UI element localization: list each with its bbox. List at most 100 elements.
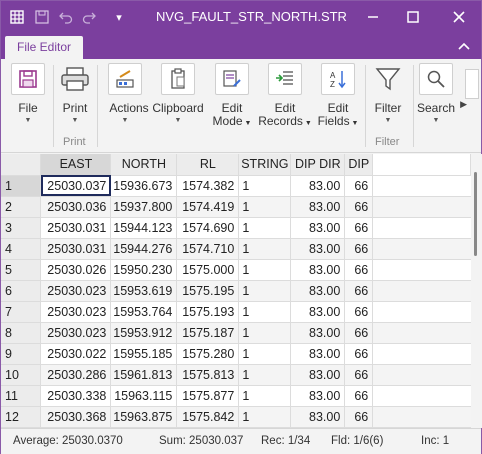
cell-dip-dir[interactable]: 83.00: [290, 175, 346, 197]
cell-east[interactable]: 25030.026: [40, 259, 112, 281]
cell-east[interactable]: 25030.286: [40, 364, 112, 386]
cell-east[interactable]: 25030.023: [40, 280, 112, 302]
table-row[interactable]: 12 25030.368 15963.875 1575.842 1 83.00 66: [1, 406, 471, 428]
table-row[interactable]: 9 25030.022 15955.185 1575.280 1 83.00 66: [1, 343, 471, 365]
table-row[interactable]: 1 25030.037 15936.673 1574.382 1 83.00 66: [1, 175, 471, 197]
cell-north[interactable]: 15950.230: [110, 259, 178, 281]
save-icon[interactable]: [34, 9, 50, 25]
cell-dip-dir[interactable]: 83.00: [290, 217, 346, 239]
cell-string[interactable]: 1: [238, 406, 292, 428]
scrollbar-thumb[interactable]: [474, 172, 477, 256]
cell-north[interactable]: 15944.123: [110, 217, 178, 239]
undo-icon[interactable]: [58, 9, 74, 25]
row-number-cell[interactable]: 4: [1, 238, 42, 260]
cell-dip[interactable]: 66: [344, 238, 374, 260]
edit-records-button[interactable]: Edit Records ▼: [258, 63, 312, 133]
cell-east[interactable]: 25030.031: [40, 238, 112, 260]
cell-rl[interactable]: 1574.710: [176, 238, 240, 260]
cell-dip-dir[interactable]: 83.00: [290, 322, 346, 344]
cell-dip-dir[interactable]: 83.00: [290, 406, 346, 428]
cell-string[interactable]: 1: [238, 385, 292, 407]
minimize-button[interactable]: [361, 5, 385, 29]
cell-dip[interactable]: 66: [344, 343, 374, 365]
cell-north[interactable]: 15937.800: [110, 196, 178, 218]
cell-north[interactable]: 15944.276: [110, 238, 178, 260]
data-grid[interactable]: EAST NORTH RL STRING DIP DIR DIP 1 25030.…: [1, 154, 471, 428]
cell-dip[interactable]: 66: [344, 259, 374, 281]
cell-dip[interactable]: 66: [344, 322, 374, 344]
row-number-cell[interactable]: 5: [1, 259, 42, 281]
cell-north[interactable]: 15953.912: [110, 322, 178, 344]
table-row[interactable]: 3 25030.031 15944.123 1574.690 1 83.00 66: [1, 217, 471, 239]
cell-dip-dir[interactable]: 83.00: [290, 238, 346, 260]
vertical-scrollbar[interactable]: [471, 154, 482, 428]
cell-north[interactable]: 15961.813: [110, 364, 178, 386]
cell-rl[interactable]: 1575.280: [176, 343, 240, 365]
cell-dip-dir[interactable]: 83.00: [290, 196, 346, 218]
clipboard-button[interactable]: Clipboard ▼: [152, 63, 204, 133]
ribbon-scroll-right-icon[interactable]: ▶: [460, 99, 467, 110]
cell-east[interactable]: 25030.338: [40, 385, 112, 407]
cell-east[interactable]: 25030.037: [40, 175, 112, 197]
ribbon-overflow-button[interactable]: [465, 69, 479, 99]
cell-rl[interactable]: 1575.193: [176, 301, 240, 323]
table-row[interactable]: 2 25030.036 15937.800 1574.419 1 83.00 66: [1, 196, 471, 218]
column-header-dip[interactable]: DIP: [344, 154, 374, 176]
cell-string[interactable]: 1: [238, 322, 292, 344]
cell-dip[interactable]: 66: [344, 175, 374, 197]
table-row[interactable]: 10 25030.286 15961.813 1575.813 1 83.00 66: [1, 364, 471, 386]
quick-access-dropdown-icon[interactable]: ▾: [111, 9, 127, 25]
cell-dip[interactable]: 66: [344, 364, 374, 386]
table-row[interactable]: 8 25030.023 15953.912 1575.187 1 83.00 66: [1, 322, 471, 344]
cell-dip-dir[interactable]: 83.00: [290, 259, 346, 281]
edit-mode-button[interactable]: Edit Mode ▼: [213, 63, 251, 133]
column-header-rl[interactable]: RL: [176, 154, 240, 176]
cell-north[interactable]: 15953.619: [110, 280, 178, 302]
column-header-north[interactable]: NORTH: [110, 154, 178, 176]
cell-dip-dir[interactable]: 83.00: [290, 343, 346, 365]
cell-string[interactable]: 1: [238, 175, 292, 197]
cell-east[interactable]: 25030.031: [40, 217, 112, 239]
table-row[interactable]: 11 25030.338 15963.115 1575.877 1 83.00 66: [1, 385, 471, 407]
cell-rl[interactable]: 1575.877: [176, 385, 240, 407]
cell-rl[interactable]: 1574.419: [176, 196, 240, 218]
cell-dip-dir[interactable]: 83.00: [290, 301, 346, 323]
row-number-cell[interactable]: 12: [1, 406, 42, 428]
row-number-cell[interactable]: 3: [1, 217, 42, 239]
cell-east[interactable]: 25030.023: [40, 301, 112, 323]
cell-dip-dir[interactable]: 83.00: [290, 280, 346, 302]
cell-dip[interactable]: 66: [344, 406, 374, 428]
row-number-cell[interactable]: 8: [1, 322, 42, 344]
cell-rl[interactable]: 1575.000: [176, 259, 240, 281]
cell-string[interactable]: 1: [238, 280, 292, 302]
actions-button[interactable]: Actions ▼: [108, 63, 149, 133]
cell-string[interactable]: 1: [238, 196, 292, 218]
redo-icon[interactable]: [81, 9, 97, 25]
cell-dip[interactable]: 66: [344, 217, 374, 239]
row-number-cell[interactable]: 2: [1, 196, 42, 218]
cell-rl[interactable]: 1575.195: [176, 280, 240, 302]
row-number-cell[interactable]: 6: [1, 280, 42, 302]
cell-rl[interactable]: 1574.690: [176, 217, 240, 239]
collapse-ribbon-icon[interactable]: [455, 37, 473, 55]
column-header-string[interactable]: STRING: [238, 154, 292, 176]
filter-button[interactable]: Filter ▼: [371, 63, 405, 133]
cell-north[interactable]: 15936.673: [110, 175, 178, 197]
row-number-cell[interactable]: 11: [1, 385, 42, 407]
cell-dip-dir[interactable]: 83.00: [290, 364, 346, 386]
cell-dip[interactable]: 66: [344, 196, 374, 218]
row-number-cell[interactable]: 1: [1, 175, 42, 197]
table-row[interactable]: 5 25030.026 15950.230 1575.000 1 83.00 66: [1, 259, 471, 281]
cell-east[interactable]: 25030.036: [40, 196, 112, 218]
cell-rl[interactable]: 1575.187: [176, 322, 240, 344]
cell-string[interactable]: 1: [238, 343, 292, 365]
file-button[interactable]: File ▼: [11, 63, 45, 133]
edit-fields-button[interactable]: AZ Edit Fields ▼: [318, 63, 358, 133]
cell-east[interactable]: 25030.023: [40, 322, 112, 344]
table-row[interactable]: 4 25030.031 15944.276 1574.710 1 83.00 66: [1, 238, 471, 260]
cell-north[interactable]: 15953.764: [110, 301, 178, 323]
cell-north[interactable]: 15955.185: [110, 343, 178, 365]
print-button[interactable]: Print ▼: [58, 63, 92, 133]
maximize-button[interactable]: [401, 5, 425, 29]
cell-dip[interactable]: 66: [344, 280, 374, 302]
